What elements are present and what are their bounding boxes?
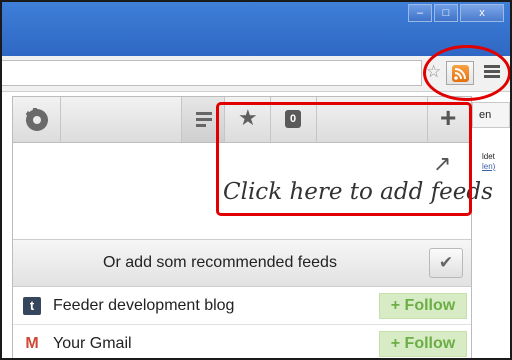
settings-button[interactable]	[13, 97, 61, 142]
feeder-popup: ★ 0 + ↗ Click here to add feeds Or add s…	[12, 96, 493, 358]
list-icon	[196, 112, 212, 130]
background-page: en ldet len)	[472, 94, 510, 358]
rss-icon	[452, 65, 469, 82]
list-item: M Your Gmail + Follow	[13, 325, 471, 358]
popup-toolbar: ★ 0 +	[13, 97, 471, 143]
unread-count-button[interactable]: 0	[271, 97, 317, 142]
gear-icon	[24, 103, 48, 134]
add-feed-button[interactable]: +	[427, 97, 471, 142]
empty-feed-area: ↗ Click here to add feeds	[13, 143, 493, 239]
tumblr-icon: t	[23, 297, 41, 315]
follow-button[interactable]: + Follow	[379, 331, 467, 357]
feed-list-button[interactable]	[181, 97, 225, 142]
minimize-button[interactable]: –	[408, 4, 432, 22]
follow-button[interactable]: + Follow	[379, 293, 467, 319]
address-bar[interactable]	[2, 60, 422, 86]
maximize-button[interactable]: □	[434, 4, 458, 22]
plus-icon: +	[440, 102, 457, 133]
page-link[interactable]: len)	[482, 162, 495, 171]
feeder-extension-button[interactable]	[446, 61, 474, 85]
window-controls: – □ x	[406, 4, 504, 22]
star-outline-icon[interactable]: ☆	[426, 62, 444, 84]
favorites-button[interactable]: ★	[225, 97, 271, 142]
recommended-feeds-header: Or add som recommended feeds ✔	[13, 239, 471, 287]
recommended-feeds-label: Or add som recommended feeds	[103, 254, 337, 271]
browser-window: – □ x ☆ en ldet len) ✱ ★ 0 + ↗ Click her…	[2, 2, 510, 358]
feed-name: Your Gmail	[53, 335, 132, 352]
list-item: t Feeder development blog + Follow	[13, 287, 471, 325]
arrow-icon: ↗	[433, 151, 452, 176]
browser-toolbar: ☆	[2, 56, 510, 92]
unread-count-badge: 0	[285, 110, 301, 128]
gmail-icon: M	[25, 335, 39, 352]
page-text: ldet	[482, 152, 495, 161]
add-feeds-hint: Click here to add feeds	[223, 179, 493, 205]
star-icon: ★	[238, 105, 258, 130]
confirm-recommended-button[interactable]: ✔	[429, 248, 463, 278]
title-bar: – □ x	[2, 2, 510, 56]
feed-name: Feeder development blog	[53, 297, 235, 314]
hamburger-menu-icon[interactable]	[484, 65, 500, 79]
close-button[interactable]: x	[460, 4, 504, 22]
page-button[interactable]: en	[472, 102, 510, 128]
